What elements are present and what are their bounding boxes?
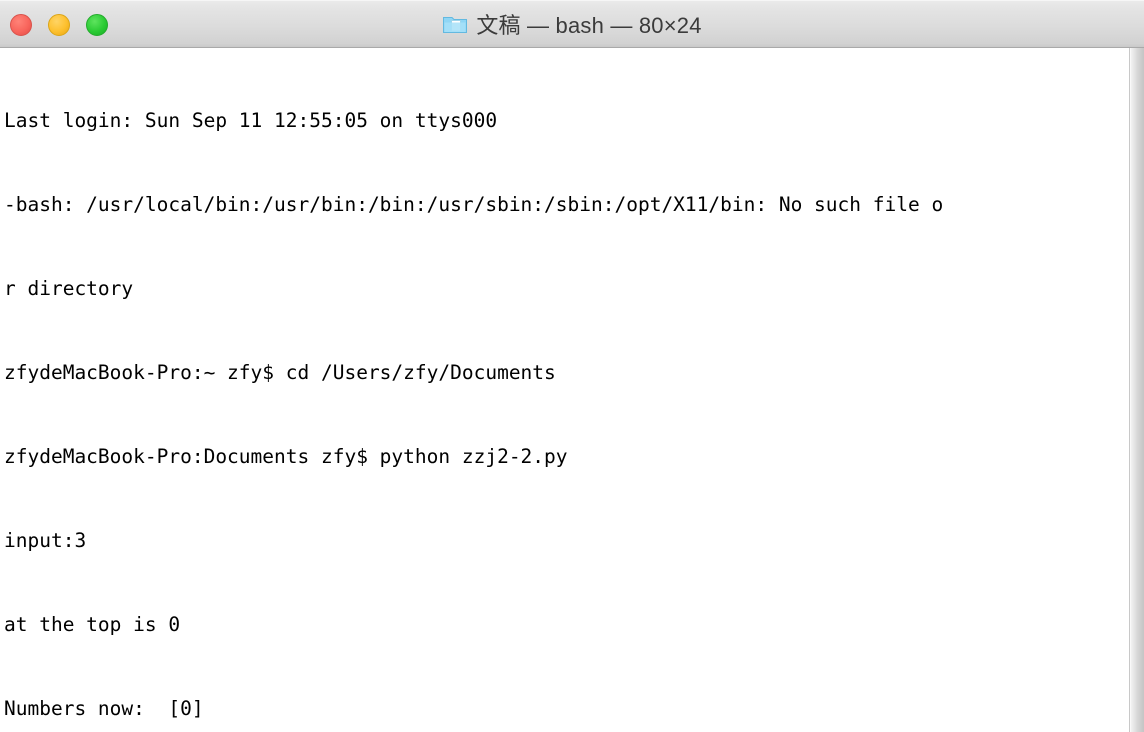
terminal-line: r directory [4, 277, 134, 300]
terminal-line: Numbers now: [0] [4, 697, 204, 720]
window-controls [10, 14, 108, 36]
window-title-group: 文稿 — bash — 80×24 [0, 0, 1144, 48]
terminal-line: input:3 [4, 529, 87, 552]
window-title: 文稿 — bash — 80×24 [476, 13, 702, 38]
terminal-line: -bash: /usr/local/bin:/usr/bin:/bin:/usr… [4, 193, 944, 216]
minimize-button[interactable] [48, 14, 70, 36]
window-titlebar[interactable]: 文稿 — bash — 80×24 [0, 0, 1144, 48]
close-button[interactable] [10, 14, 32, 36]
folder-icon [442, 13, 468, 35]
zoom-button[interactable] [86, 14, 108, 36]
terminal-line: Last login: Sun Sep 11 12:55:05 on ttys0… [4, 109, 498, 132]
terminal-window: 文稿 — bash — 80×24 Last login: Sun Sep 11… [0, 0, 1144, 732]
terminal-line: zfydeMacBook-Pro:Documents zfy$ python z… [4, 445, 568, 468]
terminal-line: at the top is 0 [4, 613, 181, 636]
terminal-output: Last login: Sun Sep 11 12:55:05 on ttys0… [4, 48, 1130, 732]
terminal-line: zfydeMacBook-Pro:~ zfy$ cd /Users/zfy/Do… [4, 361, 556, 384]
vertical-scrollbar[interactable] [1129, 48, 1144, 732]
terminal-screen[interactable]: Last login: Sun Sep 11 12:55:05 on ttys0… [0, 48, 1144, 732]
